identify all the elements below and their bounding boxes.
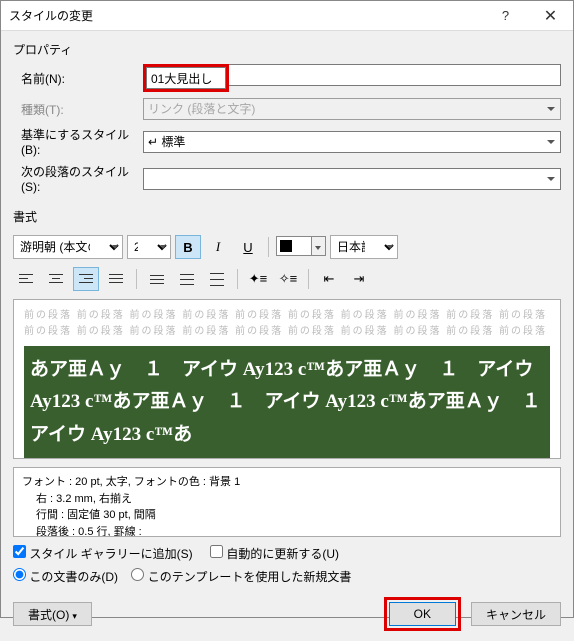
style-description[interactable]: フォント : 20 pt, 太字, フォントの色 : 背景 1 右 : 3.2 …	[13, 467, 561, 537]
modify-style-dialog: スタイルの変更 ? ✕ プロパティ 名前(N): 種類(T): リンク (段落と…	[0, 0, 574, 618]
desc-line: 右 : 3.2 mm, 右揃え	[22, 491, 552, 508]
desc-line: 段落後 : 0.5 行, 罫線 :	[22, 524, 552, 538]
based-label: 基準にするスタイル(B):	[13, 126, 143, 157]
property-section-label: プロパティ	[13, 41, 561, 58]
format-toolbar-2: ✦≡ ✧≡ ⇤ ⇥	[13, 267, 561, 291]
thisdoc-radio[interactable]: この文書のみ(D)	[13, 570, 118, 584]
name-label: 名前(N):	[13, 70, 143, 87]
font-color-button[interactable]	[276, 236, 312, 256]
desc-line: 行間 : 固定値 30 pt, 間隔	[22, 507, 552, 524]
align-center-button[interactable]	[43, 267, 69, 291]
name-input-highlighted[interactable]	[146, 67, 226, 89]
help-button[interactable]: ?	[483, 1, 528, 31]
align-left-button[interactable]	[13, 267, 39, 291]
name-highlight	[143, 64, 229, 92]
template-radio[interactable]: このテンプレートを使用した新規文書	[131, 570, 351, 584]
autoupdate-checkbox[interactable]: 自動的に更新する(U)	[210, 547, 339, 561]
ok-highlight: OK	[384, 597, 461, 631]
line-spacing-1-button[interactable]	[144, 267, 170, 291]
window-title: スタイルの変更	[9, 7, 483, 24]
line-spacing-15-button[interactable]	[174, 267, 200, 291]
titlebar: スタイルの変更 ? ✕	[1, 1, 573, 31]
align-right-button[interactable]	[73, 267, 99, 291]
radio-row: この文書のみ(D) このテンプレートを使用した新規文書	[13, 568, 561, 585]
preview-sample-text: あア亜Ａｙ １ アイウ Ay123 c™あア亜Ａｙ １ アイウ Ay123 c™…	[24, 346, 550, 459]
space-before-inc-button[interactable]: ✦≡	[245, 267, 271, 291]
italic-button[interactable]: I	[205, 235, 231, 259]
font-size-select[interactable]: 20	[127, 235, 171, 259]
preview-before-para: 前の段落 前の段落 前の段落 前の段落 前の段落 前の段落 前の段落 前の段落 …	[24, 308, 550, 340]
name-input[interactable]	[229, 64, 561, 86]
cancel-button[interactable]: キャンセル	[471, 602, 561, 626]
indent-dec-button[interactable]: ⇤	[316, 267, 342, 291]
format-toolbar-1: 游明朝 (本文のフ 20 B I U 日本語	[13, 235, 561, 259]
indent-inc-button[interactable]: ⇥	[346, 267, 372, 291]
type-select: リンク (段落と文字)	[143, 98, 561, 120]
type-label: 種類(T):	[13, 101, 143, 118]
close-button[interactable]: ✕	[528, 1, 573, 31]
dialog-footer: 書式(O)▾ OK キャンセル	[13, 593, 561, 633]
next-style-select[interactable]	[143, 168, 561, 190]
bold-button[interactable]: B	[175, 235, 201, 259]
ok-button[interactable]: OK	[389, 602, 456, 626]
format-menu-button[interactable]: 書式(O)▾	[13, 602, 92, 626]
align-justify-button[interactable]	[103, 267, 129, 291]
desc-line: フォント : 20 pt, 太字, フォントの色 : 背景 1	[22, 474, 552, 491]
preview-pane: 前の段落 前の段落 前の段落 前の段落 前の段落 前の段落 前の段落 前の段落 …	[13, 299, 561, 459]
space-before-dec-button[interactable]: ✧≡	[275, 267, 301, 291]
next-label: 次の段落のスタイル(S):	[13, 163, 143, 194]
line-spacing-2-button[interactable]	[204, 267, 230, 291]
underline-button[interactable]: U	[235, 235, 261, 259]
lang-select[interactable]: 日本語	[330, 235, 398, 259]
gallery-checkbox[interactable]: スタイル ギャラリーに追加(S)	[13, 547, 193, 561]
based-on-select[interactable]: ↵ 標準	[143, 131, 561, 153]
format-section-label: 書式	[13, 208, 561, 225]
font-select[interactable]: 游明朝 (本文のフ	[13, 235, 123, 259]
checkbox-row: スタイル ギャラリーに追加(S) 自動的に更新する(U)	[13, 545, 561, 562]
